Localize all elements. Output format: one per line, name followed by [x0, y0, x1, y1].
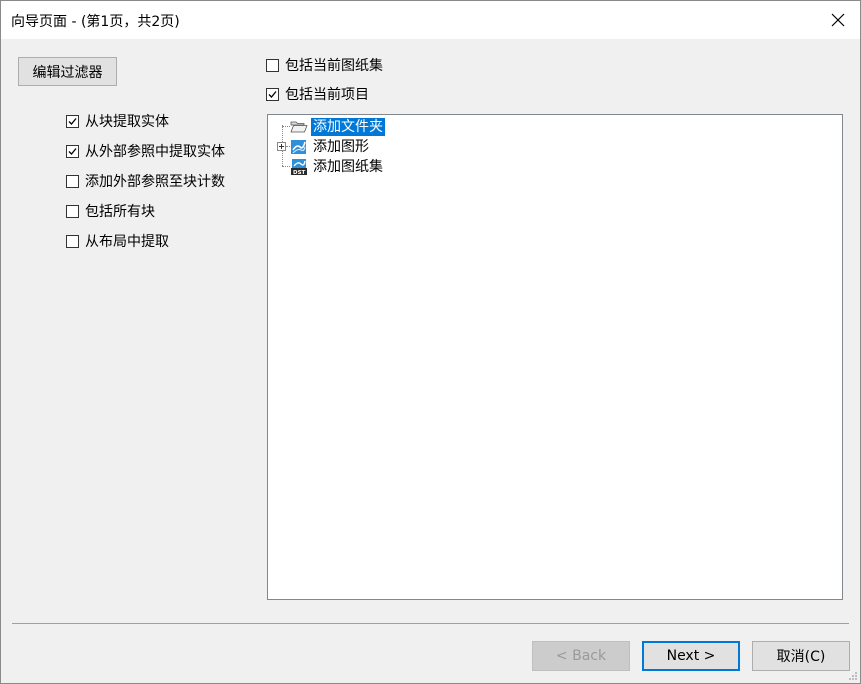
svg-text:DST: DST	[293, 170, 306, 175]
wizard-dialog: 向导页面 - (第1页，共2页) 编辑过滤器 从块提取实体 从外部参照中提取实体…	[0, 0, 861, 684]
tree-item-add-drawing[interactable]: 添加图形	[290, 137, 371, 157]
drawing-icon	[290, 139, 308, 155]
footer-divider	[12, 623, 849, 624]
option-label: 包括当前项目	[285, 87, 369, 103]
folder-open-icon	[290, 119, 308, 135]
option-label: 包括当前图纸集	[285, 58, 383, 74]
option-label: 从块提取实体	[85, 114, 169, 130]
checkbox-include-current-project[interactable]	[266, 87, 279, 101]
close-icon	[831, 13, 845, 27]
checkbox-extract-from-xrefs[interactable]	[66, 144, 79, 158]
option-add-xrefs-to-block-count[interactable]: 添加外部参照至块计数	[66, 171, 225, 191]
tree-item-label: 添加文件夹	[311, 118, 385, 136]
option-label: 从布局中提取	[85, 234, 169, 250]
checkbox-include-current-sheet-set[interactable]	[266, 58, 279, 72]
cancel-button[interactable]: 取消(C)	[752, 641, 850, 671]
checkbox-add-xrefs-to-block-count[interactable]	[66, 174, 79, 188]
title-bar: 向导页面 - (第1页，共2页)	[1, 1, 860, 39]
tree-item-label: 添加图纸集	[313, 159, 383, 175]
close-button[interactable]	[816, 1, 860, 39]
checkbox-extract-from-layouts[interactable]	[66, 234, 79, 248]
tree-item-add-sheet-set[interactable]: DST 添加图纸集	[290, 157, 385, 177]
edit-filter-button[interactable]: 编辑过滤器	[18, 57, 117, 86]
expand-toggle[interactable]	[277, 142, 286, 151]
dst-sheetset-icon: DST	[290, 159, 308, 176]
option-extract-from-blocks[interactable]: 从块提取实体	[66, 111, 169, 131]
checkmark-icon	[268, 90, 277, 98]
back-button[interactable]: < Back	[532, 641, 630, 671]
tree-item-label: 添加图形	[313, 139, 369, 155]
tree-connector	[282, 126, 290, 127]
option-include-all-blocks[interactable]: 包括所有块	[66, 201, 155, 221]
plus-icon	[279, 144, 284, 149]
option-include-current-project[interactable]: 包括当前项目	[266, 84, 369, 104]
option-label: 从外部参照中提取实体	[85, 144, 225, 160]
next-button[interactable]: Next >	[642, 641, 740, 671]
window-title: 向导页面 - (第1页，共2页)	[11, 14, 180, 30]
resize-grip-icon[interactable]	[848, 671, 858, 681]
option-include-current-sheet-set[interactable]: 包括当前图纸集	[266, 55, 383, 75]
checkmark-icon	[68, 117, 77, 125]
option-extract-from-layouts[interactable]: 从布局中提取	[66, 231, 169, 251]
checkbox-extract-from-blocks[interactable]	[66, 114, 79, 128]
source-tree[interactable]: 添加文件夹 添加图形 DST 添加图纸集	[267, 114, 843, 600]
checkmark-icon	[68, 147, 77, 155]
tree-item-add-folder[interactable]: 添加文件夹	[290, 117, 385, 137]
option-extract-from-xrefs[interactable]: 从外部参照中提取实体	[66, 141, 225, 161]
option-label: 添加外部参照至块计数	[85, 174, 225, 190]
checkbox-include-all-blocks[interactable]	[66, 204, 79, 218]
option-label: 包括所有块	[85, 204, 155, 220]
tree-connector	[282, 166, 290, 167]
